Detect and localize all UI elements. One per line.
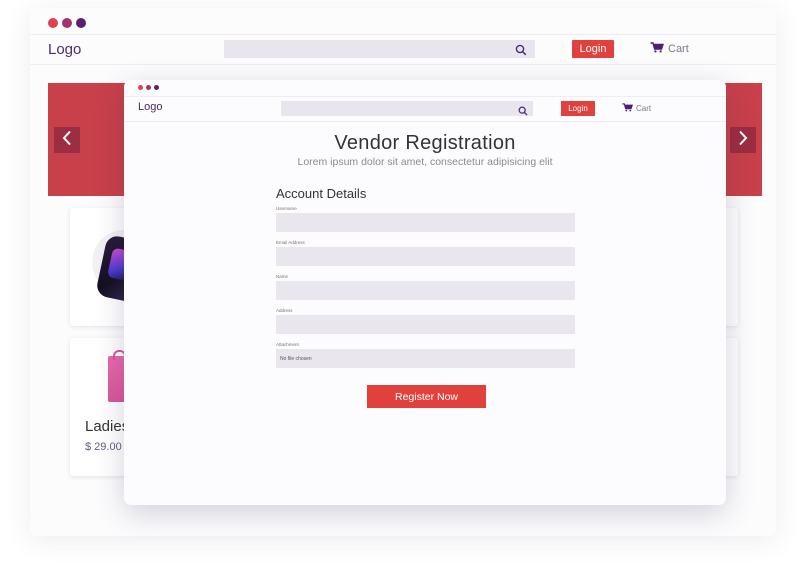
- cart-link[interactable]: Cart: [650, 42, 689, 56]
- window-dots: [48, 18, 86, 28]
- window-dot-purple: [154, 85, 159, 90]
- email-field[interactable]: [276, 247, 575, 266]
- header-divider: [30, 34, 776, 35]
- cart-icon: [622, 103, 633, 114]
- product-price: $ 29.00: [85, 441, 122, 453]
- page-title: Vendor Registration: [334, 132, 516, 154]
- login-button[interactable]: Login: [572, 40, 614, 58]
- search-input[interactable]: [281, 101, 533, 116]
- username-field[interactable]: [276, 213, 575, 232]
- window-dot-red: [138, 85, 143, 90]
- header-divider: [124, 121, 726, 122]
- carousel-prev-button[interactable]: [54, 127, 80, 153]
- window-dot-purple: [76, 18, 86, 28]
- file-status-text: No file chosen: [280, 355, 312, 362]
- address-field[interactable]: [276, 315, 575, 334]
- window-dot-magenta: [146, 85, 151, 90]
- window-dots: [138, 85, 159, 90]
- logo[interactable]: Logo: [138, 101, 162, 113]
- product-name: Ladies: [85, 418, 130, 435]
- name-label: Name: [276, 274, 289, 279]
- cart-link[interactable]: Cart: [622, 103, 651, 114]
- cart-label: Cart: [668, 43, 689, 55]
- address-label: Address: [276, 308, 293, 313]
- login-button[interactable]: Login: [561, 101, 595, 116]
- email-label: Email Address: [276, 240, 305, 245]
- attachment-file-input[interactable]: No file chosen: [276, 349, 575, 368]
- search-input[interactable]: [224, 40, 535, 58]
- chevron-right-icon: [738, 130, 748, 151]
- header-divider: [124, 96, 726, 97]
- carousel-next-button[interactable]: [730, 127, 756, 153]
- cart-label: Cart: [636, 104, 652, 113]
- cart-icon: [650, 42, 664, 56]
- name-field[interactable]: [276, 281, 575, 300]
- register-now-button[interactable]: Register Now: [367, 385, 486, 408]
- username-label: Username: [276, 206, 297, 211]
- logo[interactable]: Logo: [48, 41, 81, 58]
- section-title: Account Details: [276, 186, 367, 201]
- header-divider: [30, 64, 776, 65]
- attachment-label: Attachment: [276, 342, 299, 347]
- window-dot-magenta: [62, 18, 72, 28]
- search-icon[interactable]: [518, 103, 528, 121]
- vendor-registration-window: Logo Login Cart Vendor Registration Lore…: [124, 80, 726, 505]
- page-subtitle: Lorem ipsum dolor sit amet, consectetur …: [297, 156, 553, 168]
- window-dot-red: [48, 18, 58, 28]
- chevron-left-icon: [62, 130, 72, 151]
- search-icon[interactable]: [515, 43, 527, 61]
